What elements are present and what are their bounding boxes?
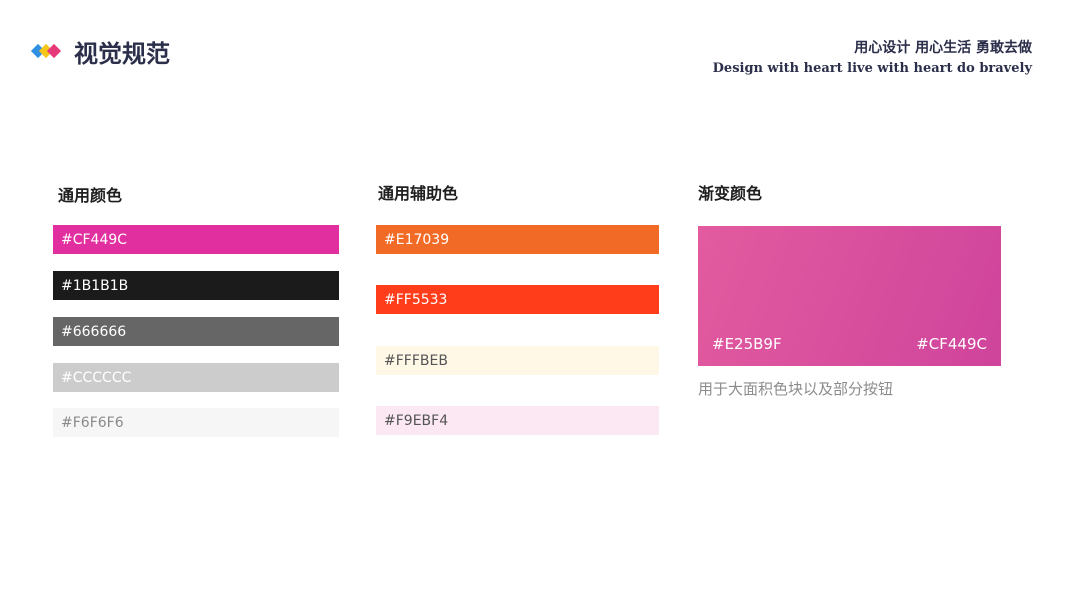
slogan-english: Design with heart live with heart do bra… <box>712 61 1032 76</box>
primary-colors-title: 通用颜色 <box>58 186 123 205</box>
secondary-color-swatch: #E17039 <box>376 225 659 254</box>
secondary-color-swatch: #FF5533 <box>376 285 659 314</box>
gradient-colors-title: 渐变颜色 <box>698 184 763 203</box>
gradient-start-label: #E25B9F <box>712 335 782 353</box>
secondary-colors-title: 通用辅助色 <box>378 184 459 203</box>
secondary-color-swatch: #F9EBF4 <box>376 406 659 435</box>
primary-color-swatch: #1B1B1B <box>53 271 339 300</box>
brand-logo-icon <box>30 43 62 59</box>
primary-color-swatch: #F6F6F6 <box>53 408 339 437</box>
primary-color-swatch: #CCCCCC <box>53 363 339 392</box>
gradient-usage-note: 用于大面积色块以及部分按钮 <box>698 380 894 398</box>
page-title: 视觉规范 <box>74 40 170 68</box>
secondary-color-swatch: #FFFBEB <box>376 346 659 375</box>
primary-color-swatch: #666666 <box>53 317 339 346</box>
primary-color-swatch: #CF449C <box>53 225 339 254</box>
gradient-swatch: #E25B9F #CF449C <box>698 226 1001 366</box>
slogan-chinese: 用心设计 用心生活 勇敢去做 <box>854 40 1032 56</box>
gradient-end-label: #CF449C <box>916 335 987 353</box>
